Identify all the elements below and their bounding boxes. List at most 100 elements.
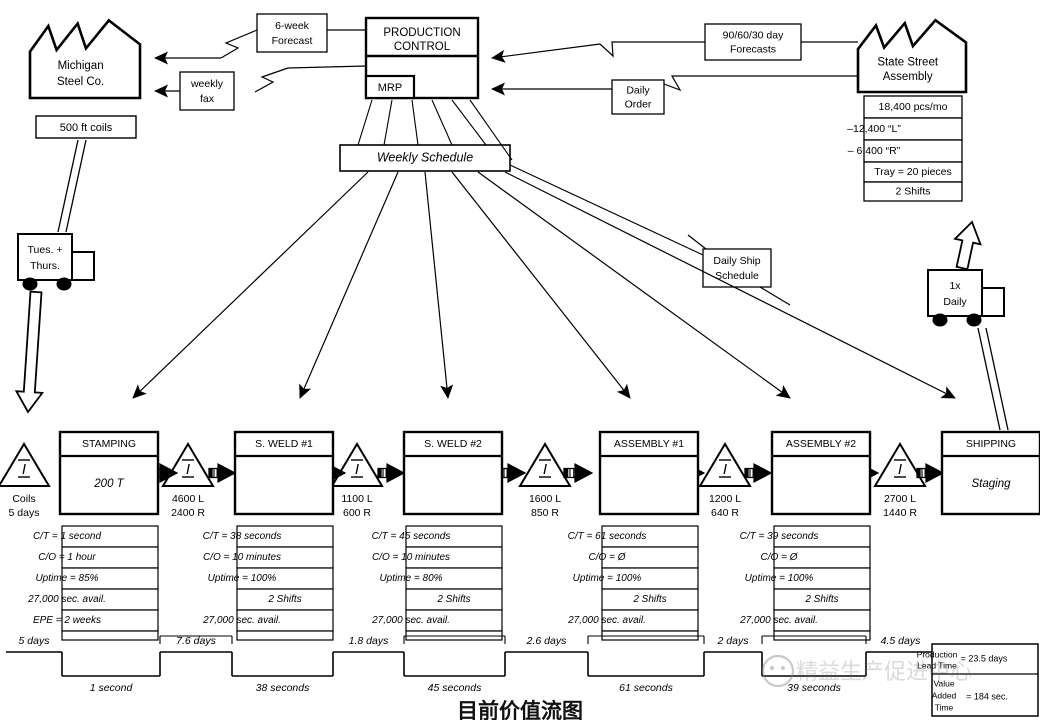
supplier-truck: Tues. + Thurs.: [17, 233, 95, 291]
data-row-value: C/O = Ø: [761, 552, 799, 563]
data-row-value: C/O = 10 minutes: [203, 552, 281, 563]
value-added-label-line3: Time: [935, 702, 954, 712]
process-subtitle: Staging: [971, 478, 1011, 490]
data-row-value: Uptime = 100%: [208, 573, 277, 584]
forecasts-box-line1: 90/60/30 day: [723, 29, 784, 41]
schedule-to-daily-ship: [509, 164, 704, 256]
inventory-i-glyph: I: [22, 461, 26, 478]
inventory-qty-line2: 640 R: [711, 507, 739, 519]
fax-zigzag: [254, 67, 289, 93]
push-arrow-head: [507, 463, 527, 483]
process-name: ASSEMBLY #2: [786, 438, 856, 450]
data-box-assembly-2: C/T = 39 seconds C/O = Ø Uptime = 100% 2 Sh…: [739, 525, 871, 641]
customer-truck-wheel-rear: [932, 313, 948, 327]
supplier-truck-body: [17, 233, 73, 281]
production-control-title-line1: PRODUCTION: [383, 27, 460, 39]
inventory-qty-line2: 850 R: [531, 507, 559, 519]
inventory-qty-line1: 1200 L: [709, 493, 741, 505]
process-box-s-weld-2[interactable]: S. WELD #2: [402, 430, 504, 516]
data-row-value: C/O = Ø: [589, 552, 627, 563]
customer-data-value: 18,400 pcs/mo: [879, 101, 948, 113]
inventory-inv-after-assembly1: I 1200 L 640 R: [698, 442, 752, 519]
data-row-value: C/T = 38 seconds: [203, 531, 282, 542]
value-added-value: = 184 sec.: [966, 691, 1008, 701]
process-time-label: 1 second: [90, 682, 134, 694]
lead-time-label: 2.6 days: [526, 635, 567, 647]
data-row-value: Uptime = 100%: [745, 573, 814, 584]
inventory-qty-line2: 5 days: [9, 507, 40, 519]
process-name: STAMPING: [82, 438, 136, 450]
schedule-to-dailyship-line: [687, 234, 707, 250]
control-to-schedule-line-0: [357, 99, 373, 146]
weekly-schedule-arrow-1: [299, 171, 399, 399]
supplier-group: Michigan Steel Co. 500 ft coils Tues. + Thur…: [14, 18, 142, 414]
data-row-value: Uptime = 80%: [379, 573, 442, 584]
diagram-title: 目前价值流图: [457, 699, 583, 720]
customer-factory-name-line2: Assembly: [883, 71, 933, 83]
supplier-truck-cab: [71, 251, 95, 281]
inventory-i-glyph: I: [723, 461, 727, 478]
mrp-label: MRP: [378, 82, 402, 94]
supplier-rail-b: [65, 139, 87, 233]
value-added-label-line2: Added: [932, 690, 957, 700]
inventory-i-glyph: I: [543, 461, 547, 478]
process-box-assembly-2[interactable]: ASSEMBLY #2: [770, 430, 872, 516]
push-arrow: [208, 463, 237, 483]
data-row-value: 2 Shifts: [436, 594, 470, 605]
data-row-value: 2 Shifts: [267, 594, 301, 605]
data-row-value: 2 Shifts: [804, 594, 838, 605]
watermark-chat-icon: [761, 654, 795, 688]
process-time-label: 45 seconds: [428, 682, 482, 694]
supplier-truck-label-line2: Thurs.: [30, 260, 60, 272]
customer-truck: 1x Daily: [927, 269, 1005, 327]
data-row-empty: [236, 630, 334, 641]
process-box-s-weld-1[interactable]: S. WELD #1: [233, 430, 335, 516]
lead-time-label: 1.8 days: [349, 635, 389, 647]
push-arrow-head: [753, 463, 773, 483]
customer-data-value: 2 Shifts: [895, 185, 930, 197]
weekly-fax-box-line1: weekly: [190, 78, 224, 90]
process-box-shipping[interactable]: SHIPPING Staging: [940, 430, 1040, 516]
push-arrow: [377, 463, 406, 483]
vsm-diagram: Michigan Steel Co. 500 ft coils Tues. + Thur…: [0, 13, 1040, 720]
weekly-schedule-label: Weekly Schedule: [377, 150, 473, 164]
data-row-value: 27,000 sec. avail.: [371, 615, 450, 626]
push-arrow-head: [217, 463, 237, 483]
customer-data-value: – 6,400 “R”: [848, 145, 901, 157]
customer-factory-name-line1: State Street: [877, 56, 939, 68]
process-name: SHIPPING: [966, 438, 1016, 450]
control-to-schedule-line-2: [411, 99, 419, 146]
customer-truck-label-line1: 1x: [949, 280, 961, 292]
process-name: ASSEMBLY #1: [614, 438, 684, 450]
inventory-qty-line1: 1600 L: [529, 493, 561, 505]
forecast-zigzag: [220, 29, 258, 59]
data-row-empty: [61, 630, 159, 641]
daily-ship-schedule-box-line1: Daily Ship: [713, 255, 760, 267]
data-row-value: C/T = 61 seconds: [568, 531, 647, 542]
push-arrow-head: [574, 463, 594, 483]
control-to-schedule-line-1: [383, 99, 393, 146]
supplier-factory-name-line1: Michigan: [58, 60, 104, 72]
process-box-stamping[interactable]: STAMPING 200 T: [58, 430, 160, 516]
lead-time-label: 5 days: [19, 635, 51, 647]
supplier-factory: Michigan Steel Co.: [28, 18, 142, 100]
lead-time-label-line1: Production: [917, 649, 958, 659]
inventory-qty-line2: 600 R: [343, 507, 371, 519]
control-to-schedule-line-3: [431, 99, 453, 146]
customer-ship-arrow: [953, 220, 982, 271]
control-to-fax-line: [287, 65, 367, 69]
customer-data-value: –12,400 “L”: [847, 123, 901, 135]
customer-ship-arrow-body: [953, 220, 982, 271]
push-arrow: [563, 463, 594, 483]
supplier-factory-name-line2: Steel Co.: [57, 76, 104, 88]
customer-factory: State Street Assembly: [856, 18, 968, 94]
watermark-dot-a: [770, 666, 774, 670]
data-box-group: C/T = 1 second C/O = 1 hour Uptime = 85% 27…: [27, 525, 871, 641]
lead-time-label: 2 days: [717, 635, 750, 647]
weekly-schedule-arrow-5: [504, 171, 956, 399]
customer-truck-wheel-front: [966, 313, 982, 327]
data-box-s-weld-1: C/T = 38 seconds C/O = 10 minutes Uptime =…: [202, 525, 334, 641]
process-box-assembly-1[interactable]: ASSEMBLY #1: [598, 430, 700, 516]
control-to-schedule-line-4: [451, 99, 487, 146]
process-subtitle: 200 T: [93, 478, 124, 490]
